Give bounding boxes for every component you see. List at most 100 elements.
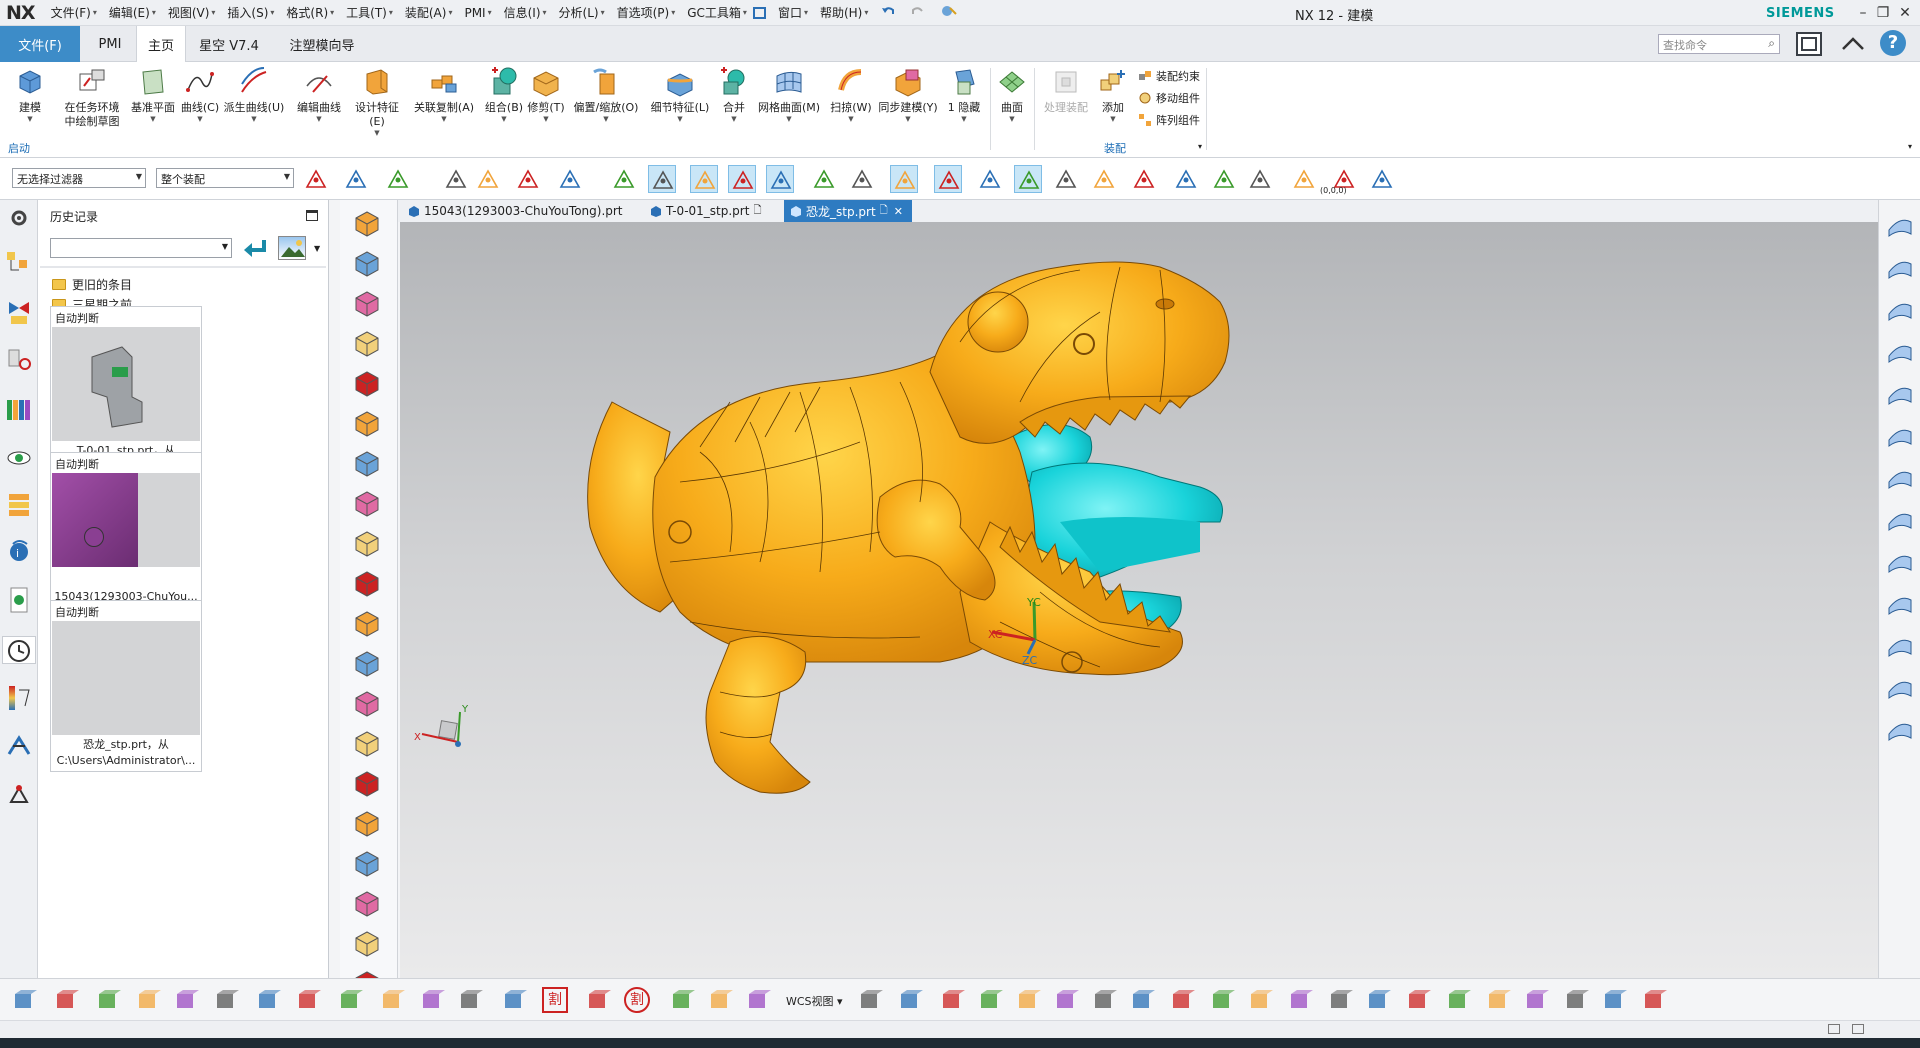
constraint-navigator-icon[interactable] [5, 298, 33, 326]
bottom-tool-35-icon[interactable] [1522, 986, 1550, 1014]
blend-surface-icon[interactable] [1885, 378, 1915, 408]
cylinder-icon[interactable] [352, 728, 382, 758]
history-back-icon[interactable] [242, 236, 270, 263]
view-manager-icon[interactable] [5, 444, 33, 472]
extrude-icon[interactable] [352, 248, 382, 278]
face-icon[interactable] [610, 165, 638, 193]
snap-point-icon[interactable] [690, 165, 718, 193]
bottom-tool-32-icon[interactable] [1404, 986, 1432, 1014]
hole-icon[interactable] [352, 688, 382, 718]
rectangle-select-icon[interactable] [556, 165, 584, 193]
bottom-tool-12-icon[interactable] [456, 986, 484, 1014]
rotate-icon[interactable] [474, 165, 502, 193]
menu-item[interactable]: 分析(L) ▾ [553, 0, 611, 26]
history-card[interactable]: 自动判断 恐龙_stp.prt，从 C:\Users\Administrator\.… [50, 600, 202, 772]
section-icon[interactable] [352, 848, 382, 878]
assembly-constraint-button[interactable]: 装配约束 [1138, 68, 1200, 84]
box-icon[interactable] [352, 488, 382, 518]
history-card[interactable]: 自动判断15043(1293003-ChuYou...，从 [50, 452, 202, 624]
group-expand-icon[interactable]: ▾ [1198, 142, 1202, 151]
menu-item[interactable]: 格式(R) ▾ [280, 0, 340, 26]
box-select-icon[interactable] [514, 165, 542, 193]
mesh-surface-button[interactable]: 网格曲面(M) ▼ [756, 66, 822, 123]
surface-button[interactable]: 曲面 ▼ [996, 66, 1028, 123]
design-icon[interactable] [352, 288, 382, 318]
hide-button[interactable]: 1 隐藏 ▼ [944, 66, 984, 123]
offset-surface-icon[interactable] [1885, 546, 1915, 576]
menu-item[interactable]: 文件(F) ▾ [45, 0, 103, 26]
bottom-tool-24-icon[interactable] [1090, 986, 1118, 1014]
datum-plane-button[interactable]: 基准平面 ▼ [128, 66, 178, 123]
associative-copy-button[interactable]: 关联复制(A) ▼ [412, 66, 476, 123]
doc-tab-dinosaur[interactable]: 恐龙_stp.prt 🗋 ✕ [784, 200, 912, 222]
cut-button-1[interactable]: 割 [542, 987, 568, 1013]
menu-item[interactable]: 编辑(E) ▾ [103, 0, 162, 26]
menu-item[interactable]: PMI ▾ [458, 0, 497, 26]
bottom-tool-21-icon[interactable] [976, 986, 1004, 1014]
thicken-icon[interactable] [352, 648, 382, 678]
csys-icon[interactable] [1246, 165, 1274, 193]
bottom-tool-6-icon[interactable] [212, 986, 240, 1014]
history-filter-select[interactable]: ▼ [50, 238, 232, 258]
menu-item[interactable]: 工具(T) ▾ [340, 0, 399, 26]
extend-icon[interactable] [1885, 630, 1915, 660]
collapse-ribbon-icon[interactable] [1840, 34, 1866, 57]
menu-item[interactable]: 装配(A) ▾ [399, 0, 459, 26]
bottom-tool-38-icon[interactable] [1640, 986, 1668, 1014]
lasso-icon[interactable] [442, 165, 470, 193]
mid-point-icon[interactable] [766, 165, 794, 193]
bottom-tool-14-icon[interactable] [584, 986, 612, 1014]
snap-assembly-icon[interactable] [302, 165, 330, 193]
menu-item[interactable]: 信息(I) ▾ [498, 0, 553, 26]
bottom-tool-19-icon[interactable] [896, 986, 924, 1014]
bottom-tool-28-icon[interactable] [1246, 986, 1274, 1014]
part-navigator-icon[interactable] [5, 346, 33, 374]
derived-curve-button[interactable]: 派生曲线(U) ▼ [222, 66, 286, 123]
bottom-tool-17-icon[interactable] [744, 986, 772, 1014]
quadrant-icon[interactable] [1014, 165, 1042, 193]
thicken-sheet-icon[interactable] [1885, 588, 1915, 618]
tab-injection-mold[interactable]: 注塑模向导 [276, 26, 368, 62]
menu-item[interactable]: 窗口 ▾ [772, 0, 814, 26]
bottom-tool-23-icon[interactable] [1052, 986, 1080, 1014]
doc-tab-chuyoutong[interactable]: 15043(1293003-ChuYouTong).prt [402, 200, 629, 222]
bottom-tool-27-icon[interactable] [1208, 986, 1236, 1014]
sweep-button[interactable]: 扫掠(W) ▼ [826, 66, 876, 123]
web-browser-icon[interactable]: i [5, 536, 33, 564]
trim-body-icon[interactable] [352, 768, 382, 798]
help-icon[interactable]: ? [1880, 30, 1906, 56]
thumbnail-view-dropdown-icon[interactable]: ▼ [314, 244, 320, 253]
layout-icon[interactable] [1885, 672, 1915, 702]
search-icon[interactable]: ⌕ [1768, 36, 1775, 51]
chamfer-icon[interactable] [352, 888, 382, 918]
visualization-icon[interactable] [5, 684, 33, 712]
bottom-tool-20-icon[interactable] [938, 986, 966, 1014]
tab-home[interactable]: 主页 [136, 26, 186, 63]
sync-modeling-button[interactable]: 同步建模(Y) ▼ [876, 66, 940, 123]
menu-item[interactable]: 插入(S) ▾ [221, 0, 280, 26]
bottom-tool-8-icon[interactable] [294, 986, 322, 1014]
bottom-tool-18-icon[interactable] [856, 986, 884, 1014]
selection-filter-select[interactable]: 无选择过滤器 ▼ [12, 168, 146, 188]
fullscreen-icon[interactable] [1796, 32, 1822, 56]
project-icon[interactable] [1172, 165, 1200, 193]
reuse-library-icon[interactable] [5, 396, 33, 424]
bottom-tool-30-icon[interactable] [1326, 986, 1354, 1014]
move-component-button[interactable]: 移动组件 [1138, 90, 1200, 106]
bottom-tool-16-icon[interactable] [706, 986, 734, 1014]
tangent-icon[interactable] [934, 165, 962, 193]
menu-item[interactable]: 首选项(P) ▾ [611, 0, 682, 26]
sync-icon[interactable] [352, 568, 382, 598]
close-tab-icon[interactable]: ✕ [894, 205, 903, 218]
bottom-tool-36-icon[interactable] [1562, 986, 1590, 1014]
history-folder[interactable]: 更旧的条目 [52, 276, 132, 293]
bottom-tool-31-icon[interactable] [1364, 986, 1392, 1014]
minimize-icon[interactable]: – [1853, 3, 1873, 23]
view-triad[interactable] [421, 711, 461, 747]
ribbon-options-icon[interactable]: ▾ [1908, 142, 1912, 151]
sketch-in-task-button[interactable]: 在任务环境 中绘制草图 [62, 66, 122, 129]
tab-xingkong[interactable]: 星空 V7.4 [192, 26, 266, 62]
array-component-button[interactable]: 阵列组件 [1138, 112, 1200, 128]
build-button[interactable]: 建模 ▼ [10, 66, 50, 123]
close-icon[interactable]: ✕ [1895, 3, 1915, 23]
